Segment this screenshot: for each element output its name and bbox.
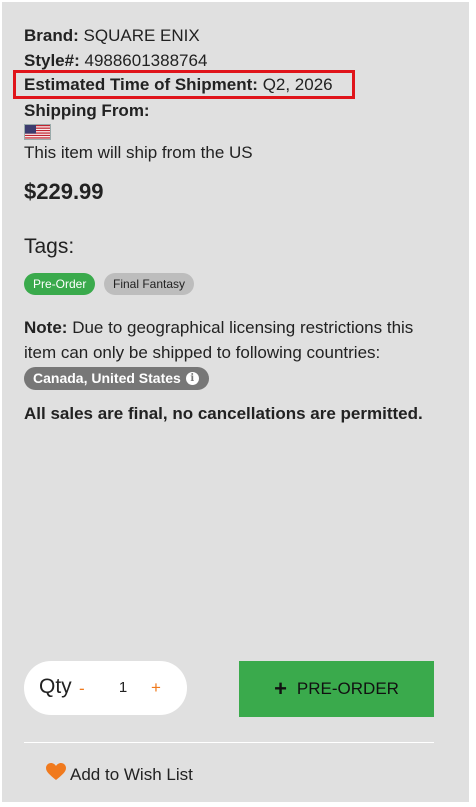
style-value: 4988601388764 [84, 51, 208, 70]
shipping-from-text: This item will ship from the US [24, 143, 253, 162]
countries-label: Canada, United States [33, 370, 181, 386]
brand-row: Brand: SQUARE ENIX [24, 25, 200, 47]
product-info-panel: Brand: SQUARE ENIX Style#: 4988601388764… [2, 2, 469, 802]
style-row: Style#: 4988601388764 [24, 50, 207, 72]
heart-icon [46, 763, 66, 786]
tag-final-fantasy[interactable]: Final Fantasy [104, 273, 195, 295]
brand-label: Brand: [24, 26, 79, 45]
quantity-stepper: Qty - 1 + [24, 661, 187, 715]
countries-badge[interactable]: Canada, United States i [24, 367, 209, 390]
qty-label: Qty [39, 675, 72, 698]
tags-title: Tags: [24, 235, 75, 258]
wishlist-label: Add to Wish List [70, 764, 193, 784]
pre-order-button[interactable]: + PRE-ORDER [239, 661, 434, 717]
eta-value: Q2, 2026 [262, 75, 333, 94]
shipping-note: Note: Due to geographical licensing rest… [24, 315, 444, 365]
divider [24, 742, 434, 743]
qty-increment-button[interactable]: + [151, 678, 161, 698]
brand-value: SQUARE ENIX [83, 26, 200, 45]
style-label: Style#: [24, 51, 80, 70]
eta-label: Estimated Time of Shipment: [24, 75, 258, 94]
note-label: Note: [24, 318, 68, 337]
info-icon: i [185, 372, 199, 385]
note-text: Due to geographical licensing restrictio… [24, 318, 414, 362]
plus-icon: + [274, 676, 287, 701]
tag-pre-order[interactable]: Pre-Order [24, 273, 96, 295]
eta-row: Estimated Time of Shipment: Q2, 2026 [24, 74, 333, 96]
add-to-wishlist-link[interactable]: Add to Wish List [46, 763, 193, 786]
pre-order-label: PRE-ORDER [296, 679, 399, 698]
qty-decrement-button[interactable]: - [79, 679, 85, 699]
us-flag-icon [24, 124, 51, 140]
qty-value[interactable]: 1 [115, 679, 131, 696]
shipping-from-label: Shipping From: [24, 101, 150, 120]
product-price: $229.99 [24, 179, 104, 204]
final-sale-notice: All sales are final, no cancellations ar… [24, 404, 423, 423]
